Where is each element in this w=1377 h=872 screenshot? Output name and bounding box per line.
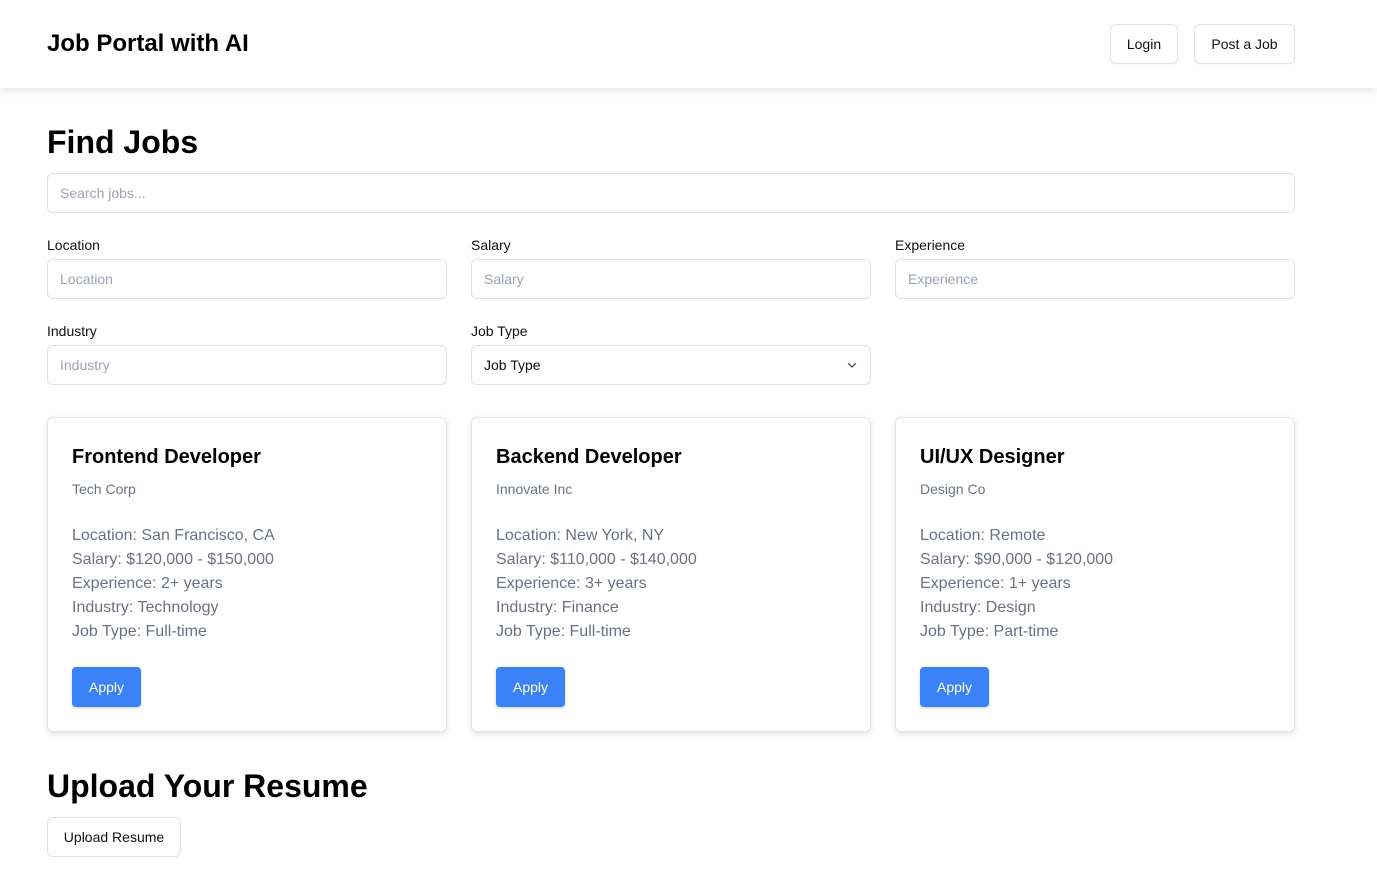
- job-salary: Salary: $120,000 - $150,000: [72, 551, 274, 568]
- location-label: Location: [47, 237, 100, 253]
- job-company: Innovate Inc: [496, 481, 573, 497]
- resume-section-title: Upload Your Resume: [47, 768, 368, 804]
- job-salary: Salary: $90,000 - $120,000: [920, 551, 1114, 568]
- job-type: Job Type: Full-time: [496, 623, 631, 640]
- job-card: UI/UX Designer Design Co Location: Remot…: [895, 417, 1295, 732]
- apply-button[interactable]: Apply: [72, 667, 141, 707]
- apply-button[interactable]: Apply: [496, 667, 565, 707]
- experience-input[interactable]: [895, 259, 1295, 299]
- page-title: Find Jobs: [47, 124, 199, 160]
- job-location: Location: Remote: [920, 527, 1046, 544]
- job-company: Design Co: [920, 481, 986, 497]
- job-experience: Experience: 1+ years: [920, 575, 1071, 592]
- job-industry: Industry: Design: [920, 599, 1036, 616]
- experience-label: Experience: [895, 237, 966, 253]
- job-details: Location: San Francisco, CA Salary: $120…: [72, 524, 275, 644]
- upload-resume-button[interactable]: Upload Resume: [47, 817, 181, 857]
- job-experience: Experience: 3+ years: [496, 575, 647, 592]
- app-title: Job Portal with AI: [47, 30, 249, 57]
- salary-label: Salary: [471, 237, 511, 253]
- job-card: Backend Developer Innovate Inc Location:…: [471, 417, 871, 732]
- job-industry: Industry: Technology: [72, 599, 219, 616]
- job-details: Location: New York, NY Salary: $110,000 …: [496, 524, 697, 644]
- job-card: Frontend Developer Tech Corp Location: S…: [47, 417, 447, 732]
- job-salary: Salary: $110,000 - $140,000: [496, 551, 697, 568]
- search-input[interactable]: [47, 173, 1295, 213]
- chevron-down-icon: [846, 359, 858, 371]
- job-type-label: Job Type: [471, 323, 528, 339]
- apply-button[interactable]: Apply: [920, 667, 989, 707]
- job-experience: Experience: 2+ years: [72, 575, 223, 592]
- industry-label: Industry: [47, 323, 97, 339]
- top-navbar: Job Portal with AI Login Post a Job: [0, 0, 1377, 88]
- industry-input[interactable]: [47, 345, 447, 385]
- location-input[interactable]: [47, 259, 447, 299]
- salary-input[interactable]: [471, 259, 871, 299]
- job-title: Frontend Developer: [72, 446, 261, 468]
- job-title: UI/UX Designer: [920, 446, 1065, 468]
- job-location: Location: New York, NY: [496, 527, 665, 544]
- login-button[interactable]: Login: [1110, 24, 1178, 64]
- job-location: Location: San Francisco, CA: [72, 527, 275, 544]
- job-company: Tech Corp: [72, 481, 136, 497]
- job-type: Job Type: Full-time: [72, 623, 207, 640]
- post-job-button[interactable]: Post a Job: [1194, 24, 1295, 64]
- job-type-select[interactable]: Job Type: [471, 345, 871, 385]
- job-type-selected-value: Job Type: [484, 357, 541, 373]
- job-type: Job Type: Part-time: [920, 623, 1059, 640]
- job-details: Location: Remote Salary: $90,000 - $120,…: [920, 524, 1113, 644]
- job-industry: Industry: Finance: [496, 599, 619, 616]
- job-title: Backend Developer: [496, 446, 682, 468]
